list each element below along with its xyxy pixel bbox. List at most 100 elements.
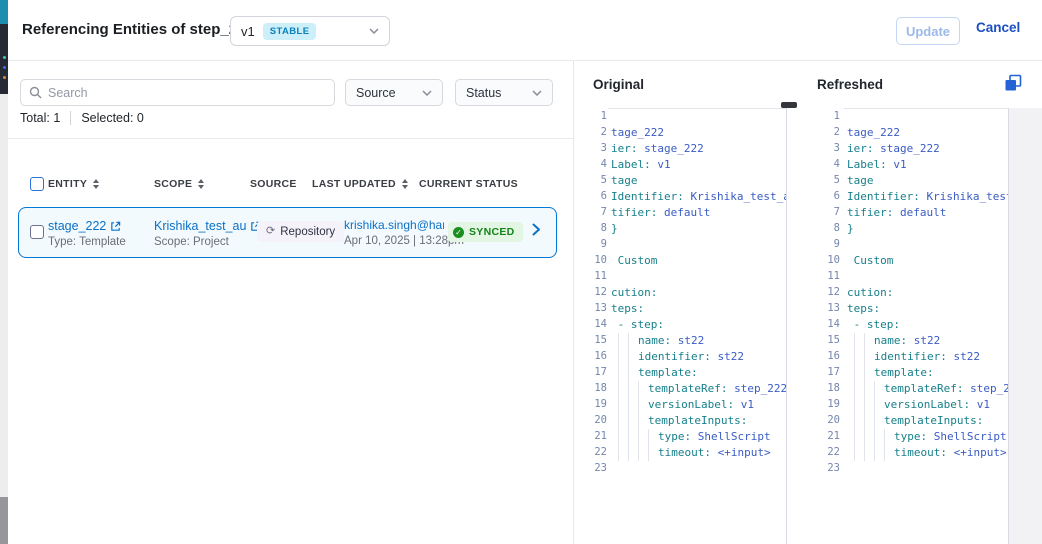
code-line: Label: v1 [611,157,786,173]
yaml-key: tifier: [847,206,900,219]
yaml-value: st22 [717,350,744,363]
line-number: 20 [816,412,840,428]
version-select[interactable]: v1 STABLE [230,16,390,46]
code-line: templateRef: step_222 [611,381,786,397]
yaml-value: ShellScript [934,430,1007,443]
yaml-value: tage_222 [847,126,900,139]
yaml-key: name: [638,334,678,347]
chevron-down-icon [422,90,432,96]
search-input[interactable] [48,86,326,100]
line-number: 14 [583,316,607,332]
code-line: cution: [847,285,1008,301]
yaml-key: tage [847,174,874,187]
indent-guide [638,413,648,429]
indent-guide [864,365,874,381]
line-number: 17 [583,364,607,380]
yaml-value: step_222 [970,382,1009,395]
yaml-key: type: [658,430,698,443]
scrollbar-track[interactable] [1009,108,1042,544]
repository-icon: ⟳ [266,226,275,237]
entity-link[interactable]: stage_222 [48,219,126,233]
original-code-view[interactable]: tage_222ier: stage_222Label: v1tageIdent… [608,108,787,544]
yaml-key: Label: [611,158,657,171]
code-line: - step: [847,317,1008,333]
search-box[interactable] [20,79,335,106]
last-updated-cell: krishika.singh@harnes... Apr 10, 2025 | … [344,218,444,247]
sort-icon[interactable] [198,179,204,189]
status-filter-label: Status [466,86,501,100]
updated-by-link[interactable]: krishika.singh@harnes... [344,218,444,232]
scope-link[interactable]: Krishika_test_au... [154,219,261,233]
yaml-key: } [611,222,618,235]
scrollbar-thumb[interactable] [781,102,797,108]
background-footer-strip [0,497,8,544]
yaml-key: templateRef: [884,382,970,395]
yaml-key: templateInputs: [648,414,747,427]
indent-guide [638,445,648,461]
chevron-down-icon [532,90,542,96]
indent-guide [854,365,864,381]
line-number: 9 [816,236,840,252]
yaml-key: - [847,318,867,331]
indent-guide [628,381,638,397]
refreshed-code-view[interactable]: tage_222ier: stage_222Label: v1tageIdent… [844,108,1009,544]
column-header-last-updated[interactable]: LAST UPDATED [312,178,408,190]
yaml-key: Label: [847,158,893,171]
line-number: 3 [816,140,840,156]
code-line: - step: [611,317,786,333]
update-button[interactable]: Update [896,17,960,45]
yaml-value: st22 [678,334,705,347]
sort-icon[interactable] [402,179,408,189]
yaml-value: Krishika_test_aut [926,190,1009,203]
copy-icon [1004,74,1022,92]
line-number: 11 [816,268,840,284]
source-filter-select[interactable]: Source [345,79,443,106]
source-filter-label: Source [356,86,396,100]
chevron-right-icon[interactable] [532,223,541,236]
yaml-key: versionLabel: [884,398,977,411]
code-line: timeout: <+input> [847,445,1008,461]
cancel-button[interactable]: Cancel [976,20,1020,35]
stable-badge: STABLE [263,23,317,40]
code-line: versionLabel: v1 [847,397,1008,413]
yaml-value: <+input> [954,446,1007,459]
line-number: 16 [816,348,840,364]
indent-guide [648,429,658,445]
select-all-checkbox[interactable] [30,177,44,191]
original-panel-title: Original [593,77,644,92]
column-header-scope[interactable]: SCOPE [154,178,204,190]
line-number: 2 [816,124,840,140]
line-number: 20 [583,412,607,428]
code-line: timeout: <+input> [611,445,786,461]
indent-guide [628,333,638,349]
sort-icon[interactable] [93,179,99,189]
yaml-key: teps: [611,302,644,315]
indent-guide [628,397,638,413]
yaml-key: identifier: [874,350,953,363]
line-number: 4 [816,156,840,172]
code-line: template: [611,365,786,381]
yaml-value: default [900,206,946,219]
row-checkbox[interactable] [30,225,44,239]
column-header-entity[interactable]: ENTITY [48,178,99,190]
code-line [847,109,1008,125]
line-number: 14 [816,316,840,332]
line-number: 2 [583,124,607,140]
code-line: tifier: default [611,205,786,221]
line-number: 16 [583,348,607,364]
indent-guide [874,413,884,429]
indent-guide [618,381,628,397]
column-label: LAST UPDATED [312,178,396,190]
code-line: ier: stage_222 [847,141,1008,157]
status-filter-select[interactable]: Status [455,79,553,106]
nav-dot-icon [3,66,6,69]
version-label: v1 [241,24,255,39]
line-number: 9 [583,236,607,252]
line-number: 13 [816,300,840,316]
copy-button[interactable] [1003,74,1023,94]
total-count: Total: 1 [20,111,60,125]
refreshed-panel-title: Refreshed [817,77,883,92]
line-number: 23 [583,460,607,476]
code-line: cution: [611,285,786,301]
background-teal-strip [0,0,8,24]
